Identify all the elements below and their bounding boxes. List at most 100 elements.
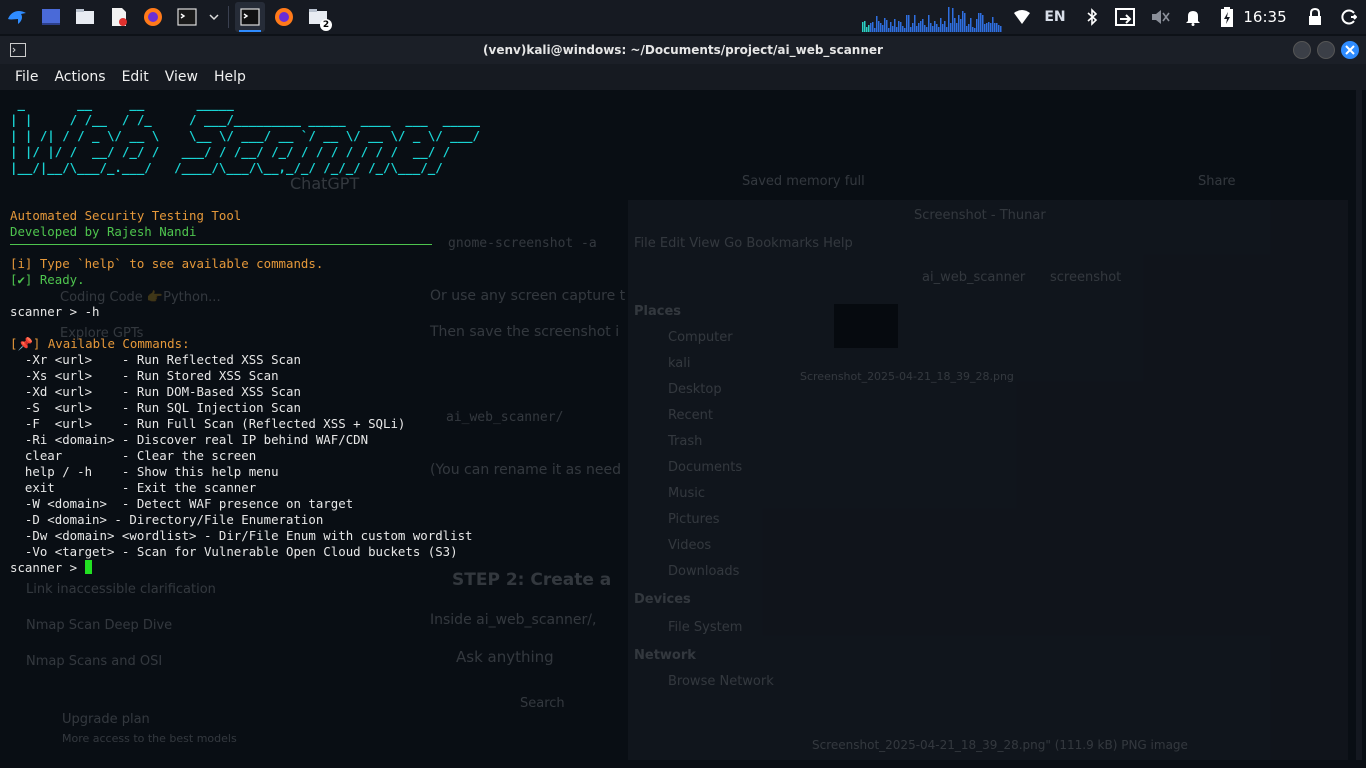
command-row: -Ri <domain> - Discover real IP behind W… bbox=[10, 432, 369, 447]
cpu-graph-bar bbox=[872, 22, 874, 32]
window-title: (venv)kali@windows: ~/Documents/project/… bbox=[483, 43, 883, 57]
cpu-graph-bar bbox=[954, 18, 956, 32]
wifi-icon[interactable] bbox=[1010, 0, 1034, 34]
cpu-graph-bar bbox=[922, 19, 924, 32]
cpu-graph-bar bbox=[958, 15, 960, 32]
clock: 16:35 bbox=[1243, 8, 1287, 26]
banner-divider bbox=[10, 244, 432, 245]
ascii-banner-line: | |/ |/ / __/ /_/ / ___/ / /__/ /_/ / / … bbox=[10, 144, 495, 159]
folders-task-icon[interactable]: 2 bbox=[303, 2, 333, 32]
window-titlebar[interactable]: (venv)kali@windows: ~/Documents/project/… bbox=[0, 36, 1366, 64]
terminal-output[interactable]: _ __ __ _____ | | / /__ / /_ / ___/_____… bbox=[10, 96, 495, 576]
cpu-graph-bar bbox=[982, 15, 984, 32]
command-row: -S <url> - Run SQL Injection Scan bbox=[10, 400, 301, 415]
cpu-graph-bar bbox=[950, 23, 952, 32]
command-row: help / -h - Show this help menu bbox=[10, 464, 279, 479]
active-prompt[interactable]: scanner > bbox=[10, 560, 495, 576]
cpu-graph-bar bbox=[912, 23, 914, 32]
command-row: -Xs <url> - Run Stored XSS Scan bbox=[10, 368, 279, 383]
cpu-graph-bar bbox=[996, 23, 998, 32]
cpu-graph-bar bbox=[990, 23, 992, 32]
ascii-banner-line: | | / /__ / /_ / ___/_________ _____ ___… bbox=[10, 112, 495, 127]
available-commands-label: ] Available Commands: bbox=[32, 336, 190, 351]
firefox-task-icon[interactable] bbox=[269, 2, 299, 32]
notification-bell-icon[interactable] bbox=[1182, 0, 1204, 34]
lock-screen-icon[interactable] bbox=[1304, 0, 1326, 34]
cpu-graph-bar bbox=[892, 26, 894, 32]
menu-view[interactable]: View bbox=[157, 69, 206, 85]
cpu-graph-bar bbox=[864, 21, 866, 32]
cpu-graph-bar bbox=[942, 24, 944, 32]
cpu-graph-bar bbox=[882, 25, 884, 32]
desktop-icon[interactable] bbox=[36, 2, 66, 32]
terminal-task-icon[interactable] bbox=[235, 2, 265, 32]
kali-menu-icon[interactable] bbox=[2, 2, 32, 32]
cpu-graph-bar bbox=[914, 15, 916, 32]
network-icon[interactable] bbox=[1112, 0, 1138, 34]
cpu-graph-bar bbox=[974, 28, 976, 32]
menu-bar: File Actions Edit View Help bbox=[0, 64, 1366, 90]
separator bbox=[228, 6, 229, 28]
cpu-graph-bar bbox=[900, 22, 902, 32]
cpu-graph-bar bbox=[986, 23, 988, 32]
top-panel: 2 EN 16:35 bbox=[0, 0, 1366, 34]
command-row: -Vo <target> - Scan for Vulnerable Open … bbox=[10, 544, 458, 559]
cpu-graph-bar bbox=[924, 25, 926, 32]
cpu-graph-bar bbox=[862, 22, 864, 32]
cpu-graph-bar bbox=[886, 20, 888, 32]
cpu-graph-bar bbox=[992, 17, 994, 32]
cpu-graph-bar bbox=[994, 23, 996, 32]
command-row: -F <url> - Run Full Scan (Reflected XSS … bbox=[10, 416, 406, 431]
terminal-scrollbar[interactable] bbox=[1356, 90, 1362, 760]
cpu-graph-bar bbox=[910, 27, 912, 32]
menu-file[interactable]: File bbox=[7, 69, 46, 85]
prompt-line: scanner > -h bbox=[10, 304, 100, 319]
cpu-graph-bar bbox=[970, 18, 972, 32]
text-cursor bbox=[84, 560, 92, 574]
cpu-graph-bar bbox=[904, 28, 906, 32]
minimize-button[interactable] bbox=[1293, 41, 1311, 59]
file-manager-icon[interactable] bbox=[70, 2, 100, 32]
close-button[interactable] bbox=[1341, 41, 1359, 59]
cpu-graph-bar bbox=[962, 11, 964, 32]
maximize-button[interactable] bbox=[1317, 41, 1335, 59]
battery-charging-icon[interactable] bbox=[1216, 0, 1238, 34]
cpu-graph-bar bbox=[930, 23, 932, 32]
ascii-banner-line: |__/|__/\___/_.___/ /____/\___/\__,_/_/ … bbox=[10, 160, 495, 175]
cpu-graph-bar bbox=[866, 27, 868, 32]
terminal-icon[interactable] bbox=[172, 2, 202, 32]
close-icon bbox=[1345, 45, 1355, 55]
cpu-graph-bar bbox=[938, 27, 940, 32]
cpu-graph-bar bbox=[928, 15, 930, 32]
cpu-graph-bar bbox=[944, 21, 946, 32]
cpu-graph-bar bbox=[868, 25, 870, 32]
text-editor-icon[interactable] bbox=[104, 2, 134, 32]
cpu-graph-bar bbox=[906, 15, 908, 32]
command-row: exit - Exit the scanner bbox=[10, 480, 257, 495]
task-count-badge: 2 bbox=[320, 19, 332, 31]
tagline: Automated Security Testing Tool bbox=[10, 208, 242, 223]
firefox-icon[interactable] bbox=[138, 2, 168, 32]
volume-muted-icon[interactable] bbox=[1148, 0, 1172, 34]
keyboard-layout[interactable]: EN bbox=[1042, 0, 1068, 34]
menu-actions[interactable]: Actions bbox=[46, 69, 113, 85]
cpu-graph-bar bbox=[936, 24, 938, 32]
menu-edit[interactable]: Edit bbox=[114, 69, 157, 85]
cpu-graph-bar bbox=[946, 27, 948, 32]
cpu-graph-bar bbox=[916, 26, 918, 32]
menu-help[interactable]: Help bbox=[206, 69, 254, 85]
cpu-graph-bar bbox=[940, 18, 942, 32]
chevron-down-icon[interactable] bbox=[206, 2, 222, 32]
power-icon[interactable] bbox=[1338, 0, 1360, 34]
help-hint: [i] Type `help` to see available command… bbox=[10, 256, 324, 271]
cpu-graph-bar bbox=[984, 24, 986, 32]
pin-icon: 📌 bbox=[17, 336, 33, 351]
cpu-graph-bar bbox=[902, 26, 904, 32]
clock-area[interactable]: 16:35 bbox=[1243, 0, 1287, 34]
cpu-graph-bar bbox=[966, 26, 968, 32]
cpu-graph-bar bbox=[876, 16, 878, 32]
cpu-graph-bar bbox=[968, 24, 970, 32]
cpu-graph-bar bbox=[920, 21, 922, 32]
bluetooth-icon[interactable] bbox=[1082, 0, 1102, 34]
cpu-graph-bar bbox=[934, 21, 936, 32]
